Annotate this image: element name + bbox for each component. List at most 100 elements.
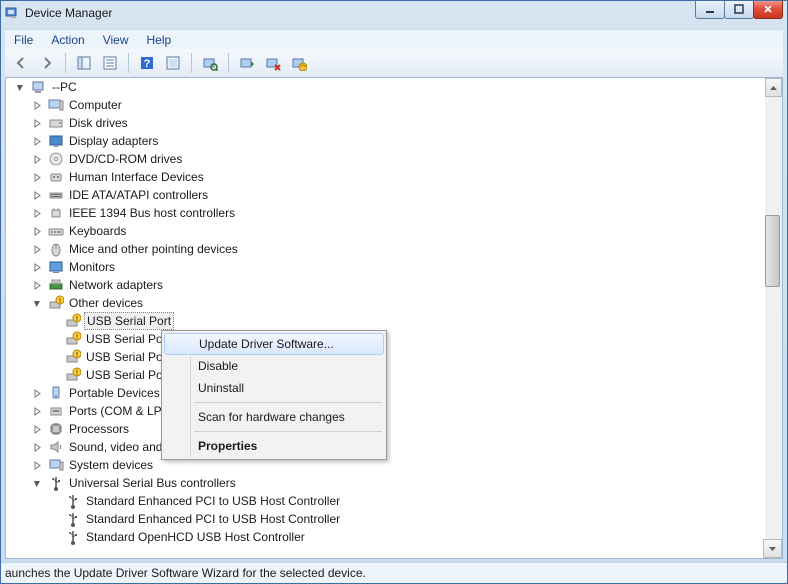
- expand-icon[interactable]: [29, 187, 45, 203]
- action-button[interactable]: [161, 51, 185, 75]
- ieee-icon: [48, 205, 64, 221]
- expand-icon[interactable]: [29, 169, 45, 185]
- device-manager-window: Device Manager File Action View Help ?: [0, 0, 788, 584]
- tree-item-label: Mice and other pointing devices: [67, 241, 240, 257]
- expand-icon[interactable]: [29, 259, 45, 275]
- separator: [191, 53, 192, 73]
- tree-item-label: Other devices: [67, 295, 145, 311]
- expand-icon[interactable]: [29, 277, 45, 293]
- unknown-icon: !: [65, 367, 81, 383]
- context-scan[interactable]: Scan for hardware changes: [164, 406, 384, 428]
- menubar: File Action View Help: [5, 29, 783, 51]
- window-title: Device Manager: [25, 6, 112, 20]
- disable-button[interactable]: [261, 51, 285, 75]
- dvd-icon: [48, 151, 64, 167]
- menu-view[interactable]: View: [94, 30, 138, 50]
- menu-file[interactable]: File: [5, 30, 42, 50]
- expand-icon[interactable]: [29, 133, 45, 149]
- cpu-icon: [48, 421, 64, 437]
- expand-icon[interactable]: [29, 115, 45, 131]
- tree-item-label: USB Serial Po: [84, 349, 165, 365]
- tree-item-ide[interactable]: IDE ATA/ATAPI controllers: [6, 186, 765, 204]
- usbctrl-icon: [65, 511, 81, 527]
- expand-icon[interactable]: [29, 385, 45, 401]
- scroll-track[interactable]: [765, 95, 782, 541]
- tree-item-disk[interactable]: Disk drives: [6, 114, 765, 132]
- hid-icon: [48, 169, 64, 185]
- unknown-icon: !: [65, 349, 81, 365]
- expand-icon[interactable]: [29, 475, 45, 491]
- properties-button[interactable]: [98, 51, 122, 75]
- separator: [228, 53, 229, 73]
- scan-hardware-button[interactable]: [198, 51, 222, 75]
- expand-icon[interactable]: [29, 421, 45, 437]
- tree-item-monitor[interactable]: Monitors: [6, 258, 765, 276]
- expand-icon[interactable]: [29, 295, 45, 311]
- monitor-icon: [48, 259, 64, 275]
- expand-icon[interactable]: [29, 223, 45, 239]
- tree-item-label: IDE ATA/ATAPI controllers: [67, 187, 210, 203]
- tree-item-mouse[interactable]: Mice and other pointing devices: [6, 240, 765, 258]
- vertical-scrollbar[interactable]: [765, 78, 782, 558]
- expand-icon[interactable]: [46, 367, 62, 383]
- expand-icon[interactable]: [46, 493, 62, 509]
- maximize-button[interactable]: [724, 0, 754, 19]
- expand-icon[interactable]: [46, 313, 62, 329]
- minimize-button[interactable]: [695, 0, 725, 19]
- expand-icon[interactable]: [12, 79, 28, 95]
- context-update-driver[interactable]: Update Driver Software...: [164, 333, 384, 355]
- tree-item-display[interactable]: Display adapters: [6, 132, 765, 150]
- system-icon: [48, 457, 64, 473]
- context-uninstall[interactable]: Uninstall: [164, 377, 384, 399]
- expand-icon[interactable]: [46, 529, 62, 545]
- menu-action[interactable]: Action: [42, 30, 93, 50]
- close-button[interactable]: [753, 0, 783, 19]
- tree-item-hid[interactable]: Human Interface Devices: [6, 168, 765, 186]
- menu-help[interactable]: Help: [138, 30, 181, 50]
- context-properties[interactable]: Properties: [164, 435, 384, 457]
- tree-item-computer[interactable]: Computer: [6, 96, 765, 114]
- svg-text:!: !: [76, 370, 78, 377]
- uninstall-button[interactable]: [287, 51, 311, 75]
- expand-icon[interactable]: [29, 457, 45, 473]
- expand-icon[interactable]: [46, 349, 62, 365]
- expand-icon[interactable]: [29, 205, 45, 221]
- expand-icon[interactable]: [29, 97, 45, 113]
- forward-button[interactable]: [35, 51, 59, 75]
- update-driver-button[interactable]: [235, 51, 259, 75]
- back-button[interactable]: [9, 51, 33, 75]
- show-hide-console-tree-button[interactable]: [72, 51, 96, 75]
- separator: [128, 53, 129, 73]
- svg-text:!: !: [59, 298, 61, 305]
- ports-icon: [48, 403, 64, 419]
- tree-item-usb-host-controller[interactable]: Standard OpenHCD USB Host Controller: [6, 528, 765, 546]
- context-separator: [194, 402, 382, 403]
- svg-text:!: !: [76, 352, 78, 359]
- tree-item-usb-host-controller[interactable]: Standard Enhanced PCI to USB Host Contro…: [6, 492, 765, 510]
- tree-item-usb-host-controller[interactable]: Standard Enhanced PCI to USB Host Contro…: [6, 510, 765, 528]
- expand-icon[interactable]: [46, 331, 62, 347]
- scroll-thumb[interactable]: [765, 215, 780, 287]
- tree-item-usb-controllers[interactable]: Universal Serial Bus controllers: [6, 474, 765, 492]
- device-tree[interactable]: --PC Computer Disk drives Display adapte…: [6, 78, 765, 558]
- tree-item-keyboard[interactable]: Keyboards: [6, 222, 765, 240]
- tree-item-network[interactable]: Network adapters: [6, 276, 765, 294]
- expand-icon[interactable]: [29, 151, 45, 167]
- tree-item-ieee[interactable]: IEEE 1394 Bus host controllers: [6, 204, 765, 222]
- help-button[interactable]: ?: [135, 51, 159, 75]
- computer-icon: [48, 97, 64, 113]
- expand-icon[interactable]: [29, 439, 45, 455]
- expand-icon[interactable]: [29, 241, 45, 257]
- tree-item-other-devices[interactable]: ! Other devices: [6, 294, 765, 312]
- tree-item-usb-serial-port[interactable]: ! USB Serial Port: [6, 312, 765, 330]
- tree-item-dvd[interactable]: DVD/CD-ROM drives: [6, 150, 765, 168]
- context-disable[interactable]: Disable: [164, 355, 384, 377]
- expand-icon[interactable]: [46, 511, 62, 527]
- tree-item-label: Monitors: [67, 259, 117, 275]
- toolbar: ?: [5, 49, 783, 78]
- tree-item-label: USB Serial Po: [84, 331, 165, 347]
- tree-root[interactable]: --PC: [6, 78, 765, 96]
- expand-icon[interactable]: [29, 403, 45, 419]
- scroll-down-button[interactable]: [763, 539, 782, 558]
- unknown-icon: !: [65, 313, 81, 329]
